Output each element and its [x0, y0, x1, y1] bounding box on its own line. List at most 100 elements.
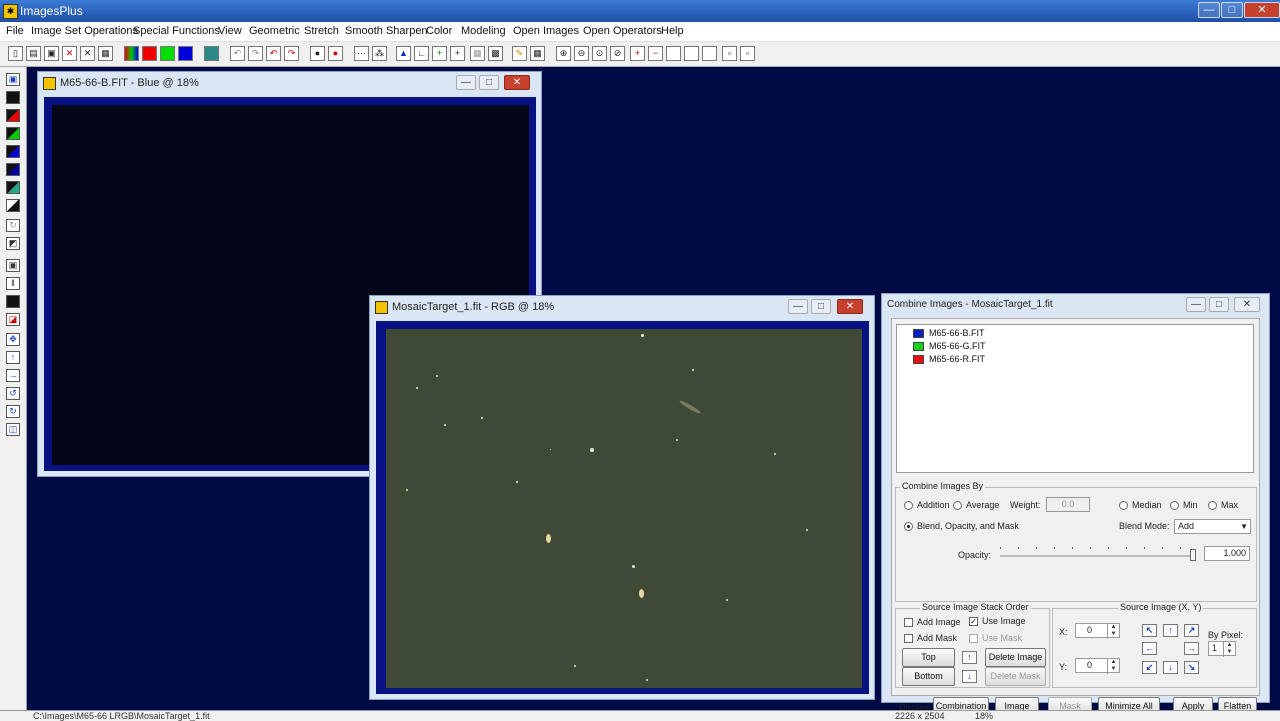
close-all-icon[interactable]: ✕: [80, 46, 95, 61]
flip-tool-icon[interactable]: ◫: [6, 423, 20, 436]
align-icon[interactable]: ‖: [6, 277, 20, 290]
channel-mask-icon[interactable]: [6, 163, 20, 176]
redo-all-icon[interactable]: ↷: [284, 46, 299, 61]
crop-icon[interactable]: ▣: [6, 259, 20, 272]
window-tile-icon[interactable]: [666, 46, 681, 61]
nudge-right-icon[interactable]: →: [1184, 642, 1199, 655]
blend-opacity-mask-radio[interactable]: [904, 522, 913, 531]
zoom-in-icon[interactable]: ⊕: [556, 46, 571, 61]
image-window-blue-titlebar[interactable]: M65-66-B.FIT - Blue @ 18% — □ ✕: [38, 72, 541, 94]
nudge-up-left-icon[interactable]: ↖: [1142, 624, 1157, 637]
zoom-actual-icon[interactable]: ⊘: [610, 46, 625, 61]
crosshair-plus-icon[interactable]: +: [432, 46, 447, 61]
window-restore-icon[interactable]: ▫: [740, 46, 755, 61]
window-small-icon[interactable]: ▫: [722, 46, 737, 61]
add-marker-icon[interactable]: +: [630, 46, 645, 61]
grid-icon[interactable]: ▦: [470, 46, 485, 61]
ellipse-select-icon[interactable]: ●: [310, 46, 325, 61]
menu-smooth-sharpen[interactable]: Smooth Sharpen: [345, 25, 428, 37]
image-window-rgb-minimize-button[interactable]: —: [788, 299, 808, 314]
menu-color[interactable]: Color: [426, 25, 452, 37]
luminance-icon[interactable]: [204, 46, 219, 61]
by-pixel-spinner-icon[interactable]: ▲ ▼: [1223, 642, 1235, 657]
y-offset-field[interactable]: 0 ▲ ▼: [1075, 658, 1120, 674]
circle-select-icon[interactable]: ●: [328, 46, 343, 61]
menu-stretch[interactable]: Stretch: [304, 25, 339, 37]
image-info-icon[interactable]: ▩: [488, 46, 503, 61]
app-close-button[interactable]: ✕: [1244, 2, 1280, 18]
green-mask-icon[interactable]: [6, 127, 20, 140]
image-window-rgb[interactable]: MosaicTarget_1.fit - RGB @ 18% — □ ✕: [369, 295, 875, 700]
top-button[interactable]: Top: [902, 648, 955, 667]
move-icon[interactable]: ✥: [6, 333, 20, 346]
rgb-image-canvas[interactable]: [386, 329, 862, 688]
window-cascade-icon[interactable]: [684, 46, 699, 61]
x-spinner-icon[interactable]: ▲ ▼: [1107, 624, 1119, 639]
min-radio[interactable]: [1170, 501, 1179, 510]
app-minimize-button[interactable]: —: [1198, 2, 1220, 18]
image-list[interactable]: M65-66-B.FIT M65-66-G.FIT M65-66-R.FIT: [896, 324, 1254, 473]
move-down-arrow-icon[interactable]: ↓: [962, 670, 977, 683]
rotate-left-tool-icon[interactable]: ↺: [6, 387, 20, 400]
nudge-left-icon[interactable]: ←: [1142, 642, 1157, 655]
new-file-icon[interactable]: ▯: [8, 46, 23, 61]
dialog-titlebar[interactable]: Combine Images - MosaicTarget_1.fit — □ …: [882, 294, 1269, 316]
opacity-slider-thumb[interactable]: [1190, 549, 1196, 561]
nudge-down-left-icon[interactable]: ↙: [1142, 661, 1157, 674]
curve-icon[interactable]: ∟: [414, 46, 429, 61]
median-radio[interactable]: [1119, 501, 1128, 510]
red-mask-icon[interactable]: [6, 109, 20, 122]
select-region-icon[interactable]: ◪: [6, 313, 20, 326]
rgb-channels-icon[interactable]: [124, 46, 139, 61]
undo-icon[interactable]: ↶: [230, 46, 245, 61]
undo-all-icon[interactable]: ↶: [266, 46, 281, 61]
add-image-checkbox[interactable]: [904, 618, 913, 627]
blend-mode-select[interactable]: Add ▼: [1174, 519, 1251, 534]
image-window-rgb-maximize-button[interactable]: □: [811, 299, 831, 314]
close-image-icon[interactable]: ✕: [62, 46, 77, 61]
max-radio[interactable]: [1208, 501, 1217, 510]
opacity-field[interactable]: 1.000: [1204, 546, 1250, 561]
delete-image-button[interactable]: Delete Image: [985, 648, 1046, 667]
menu-open-images[interactable]: Open Images: [513, 25, 579, 37]
mosaic-grid-icon[interactable]: ▦: [530, 46, 545, 61]
line-profile-icon[interactable]: ⋯: [354, 46, 369, 61]
gradient-icon[interactable]: ◩: [6, 237, 20, 250]
zoom-fit-icon[interactable]: ⊙: [592, 46, 607, 61]
blue-mask-icon[interactable]: [6, 145, 20, 158]
add-mask-checkbox[interactable]: [904, 634, 913, 643]
invert-mask-icon[interactable]: [6, 199, 20, 212]
zoom-out-icon[interactable]: ⊖: [574, 46, 589, 61]
crosshair-icon[interactable]: +: [450, 46, 465, 61]
menu-special-functions[interactable]: Special Functions: [133, 25, 220, 37]
menu-help[interactable]: Help: [661, 25, 684, 37]
y-spinner-icon[interactable]: ▲ ▼: [1107, 659, 1119, 674]
green-channel-icon[interactable]: [160, 46, 175, 61]
delete-mask-button[interactable]: Delete Mask: [985, 667, 1046, 686]
save-icon[interactable]: ▣: [44, 46, 59, 61]
remove-marker-icon[interactable]: −: [648, 46, 663, 61]
pencil-icon[interactable]: ✎: [512, 46, 527, 61]
menu-image-set-operations[interactable]: Image Set Operations: [31, 25, 138, 37]
star-profile-icon[interactable]: ⁂: [372, 46, 387, 61]
nudge-up-icon[interactable]: ↑: [1163, 624, 1178, 637]
menu-open-operators[interactable]: Open Operators: [583, 25, 662, 37]
redo-icon[interactable]: ↷: [248, 46, 263, 61]
arrow-right-tool-icon[interactable]: →: [6, 369, 20, 382]
bottom-button[interactable]: Bottom: [902, 667, 955, 686]
image-window-rgb-titlebar[interactable]: MosaicTarget_1.fit - RGB @ 18% — □ ✕: [370, 296, 874, 318]
image-window-blue-minimize-button[interactable]: —: [456, 75, 476, 90]
nudge-down-icon[interactable]: ↓: [1163, 661, 1178, 674]
app-maximize-button[interactable]: □: [1221, 2, 1243, 18]
dialog-maximize-button[interactable]: □: [1209, 297, 1229, 312]
image-window-blue-close-button[interactable]: ✕: [504, 75, 530, 90]
image-window-rgb-close-button[interactable]: ✕: [837, 299, 863, 314]
use-image-checkbox[interactable]: ✓: [969, 617, 978, 626]
dialog-close-button[interactable]: ✕: [1234, 297, 1260, 312]
average-radio[interactable]: [953, 501, 962, 510]
dialog-minimize-button[interactable]: —: [1186, 297, 1206, 312]
print-icon[interactable]: ▦: [98, 46, 113, 61]
addition-radio[interactable]: [904, 501, 913, 510]
window-single-icon[interactable]: [702, 46, 717, 61]
menu-geometric[interactable]: Geometric: [249, 25, 300, 37]
